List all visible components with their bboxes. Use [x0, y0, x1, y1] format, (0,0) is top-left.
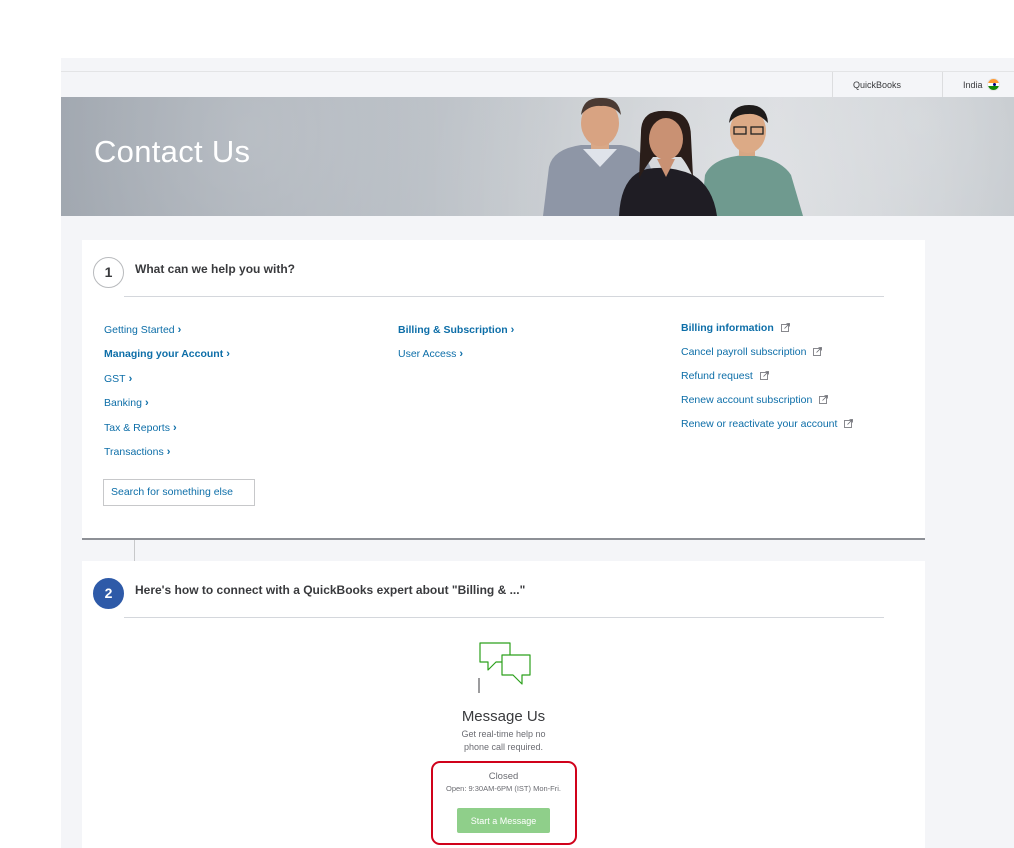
- link-refund-request[interactable]: Refund request: [681, 370, 769, 382]
- step-1-indicator: 1: [93, 257, 124, 288]
- external-link-icon: [759, 371, 769, 380]
- chevron-right-icon: ›: [144, 397, 149, 409]
- chevron-right-icon: ›: [128, 373, 133, 385]
- link-cancel-payroll[interactable]: Cancel payroll subscription: [681, 346, 823, 358]
- availability-status: Closed: [488, 771, 519, 782]
- page-title: Contact Us: [94, 134, 251, 169]
- chevron-right-icon: ›: [226, 348, 230, 360]
- country-label: India: [963, 80, 983, 90]
- search-something-else[interactable]: Search for something else: [103, 479, 255, 506]
- availability-hours: Open: 9:30AM-6PM (IST) Mon-Fri.: [445, 784, 562, 793]
- contact-options-card: 2 Here's how to connect with a QuickBook…: [82, 561, 925, 848]
- page-frame: QuickBooks Online India Contact Us: [61, 58, 1014, 848]
- chevron-right-icon: ›: [172, 422, 177, 434]
- support-team-photo: [543, 97, 803, 216]
- topic-banking[interactable]: Banking ›: [104, 397, 149, 409]
- topic-getting-started[interactable]: Getting Started ›: [104, 324, 181, 336]
- topic-tax-reports[interactable]: Tax & Reports ›: [104, 422, 177, 434]
- utility-bar: QuickBooks Online India: [61, 71, 1014, 116]
- step-2-heading: Here's how to connect with a QuickBooks …: [135, 583, 526, 597]
- link-renew-subscription[interactable]: Renew account subscription: [681, 394, 829, 406]
- help-topics-card: 1 What can we help you with? Getting Sta…: [82, 240, 925, 538]
- chat-bubbles-icon: [478, 642, 531, 693]
- chevron-right-icon: ›: [459, 348, 464, 360]
- link-billing-information[interactable]: Billing information: [681, 322, 790, 334]
- external-link-icon: [844, 419, 854, 428]
- link-reactivate-account[interactable]: Renew or reactivate your account: [681, 418, 854, 430]
- topic-managing-account[interactable]: Managing your Account ›: [104, 348, 230, 360]
- topic-transactions[interactable]: Transactions ›: [104, 446, 170, 458]
- chevron-right-icon: ›: [166, 446, 171, 458]
- top-strip: [61, 58, 1014, 71]
- external-link-icon: [813, 347, 823, 356]
- divider: [124, 296, 884, 297]
- country-selector[interactable]: India: [942, 72, 1014, 98]
- step-1-heading: What can we help you with?: [135, 262, 296, 276]
- external-link-icon: [819, 395, 829, 404]
- channel-description-line-1: Get real-time help no: [461, 729, 546, 739]
- chevron-right-icon: ›: [510, 324, 515, 336]
- step-connector: [134, 540, 135, 561]
- channel-title: Message Us: [461, 708, 546, 725]
- channel-description-line-2: phone call required.: [463, 742, 544, 752]
- topic-gst[interactable]: GST ›: [104, 373, 132, 385]
- section-separator: [82, 538, 925, 540]
- product-link[interactable]: QuickBooks Online: [832, 72, 942, 116]
- divider: [124, 617, 884, 618]
- chevron-right-icon: ›: [177, 324, 182, 336]
- step-2-indicator: 2: [93, 578, 124, 609]
- external-link-icon: [780, 323, 790, 332]
- hero-banner: Contact Us: [61, 97, 1014, 216]
- india-flag-icon: [987, 78, 1000, 91]
- topic-billing-subscription[interactable]: Billing & Subscription ›: [398, 324, 514, 336]
- start-message-button[interactable]: Start a Message: [457, 808, 550, 833]
- topic-user-access[interactable]: User Access ›: [398, 348, 463, 360]
